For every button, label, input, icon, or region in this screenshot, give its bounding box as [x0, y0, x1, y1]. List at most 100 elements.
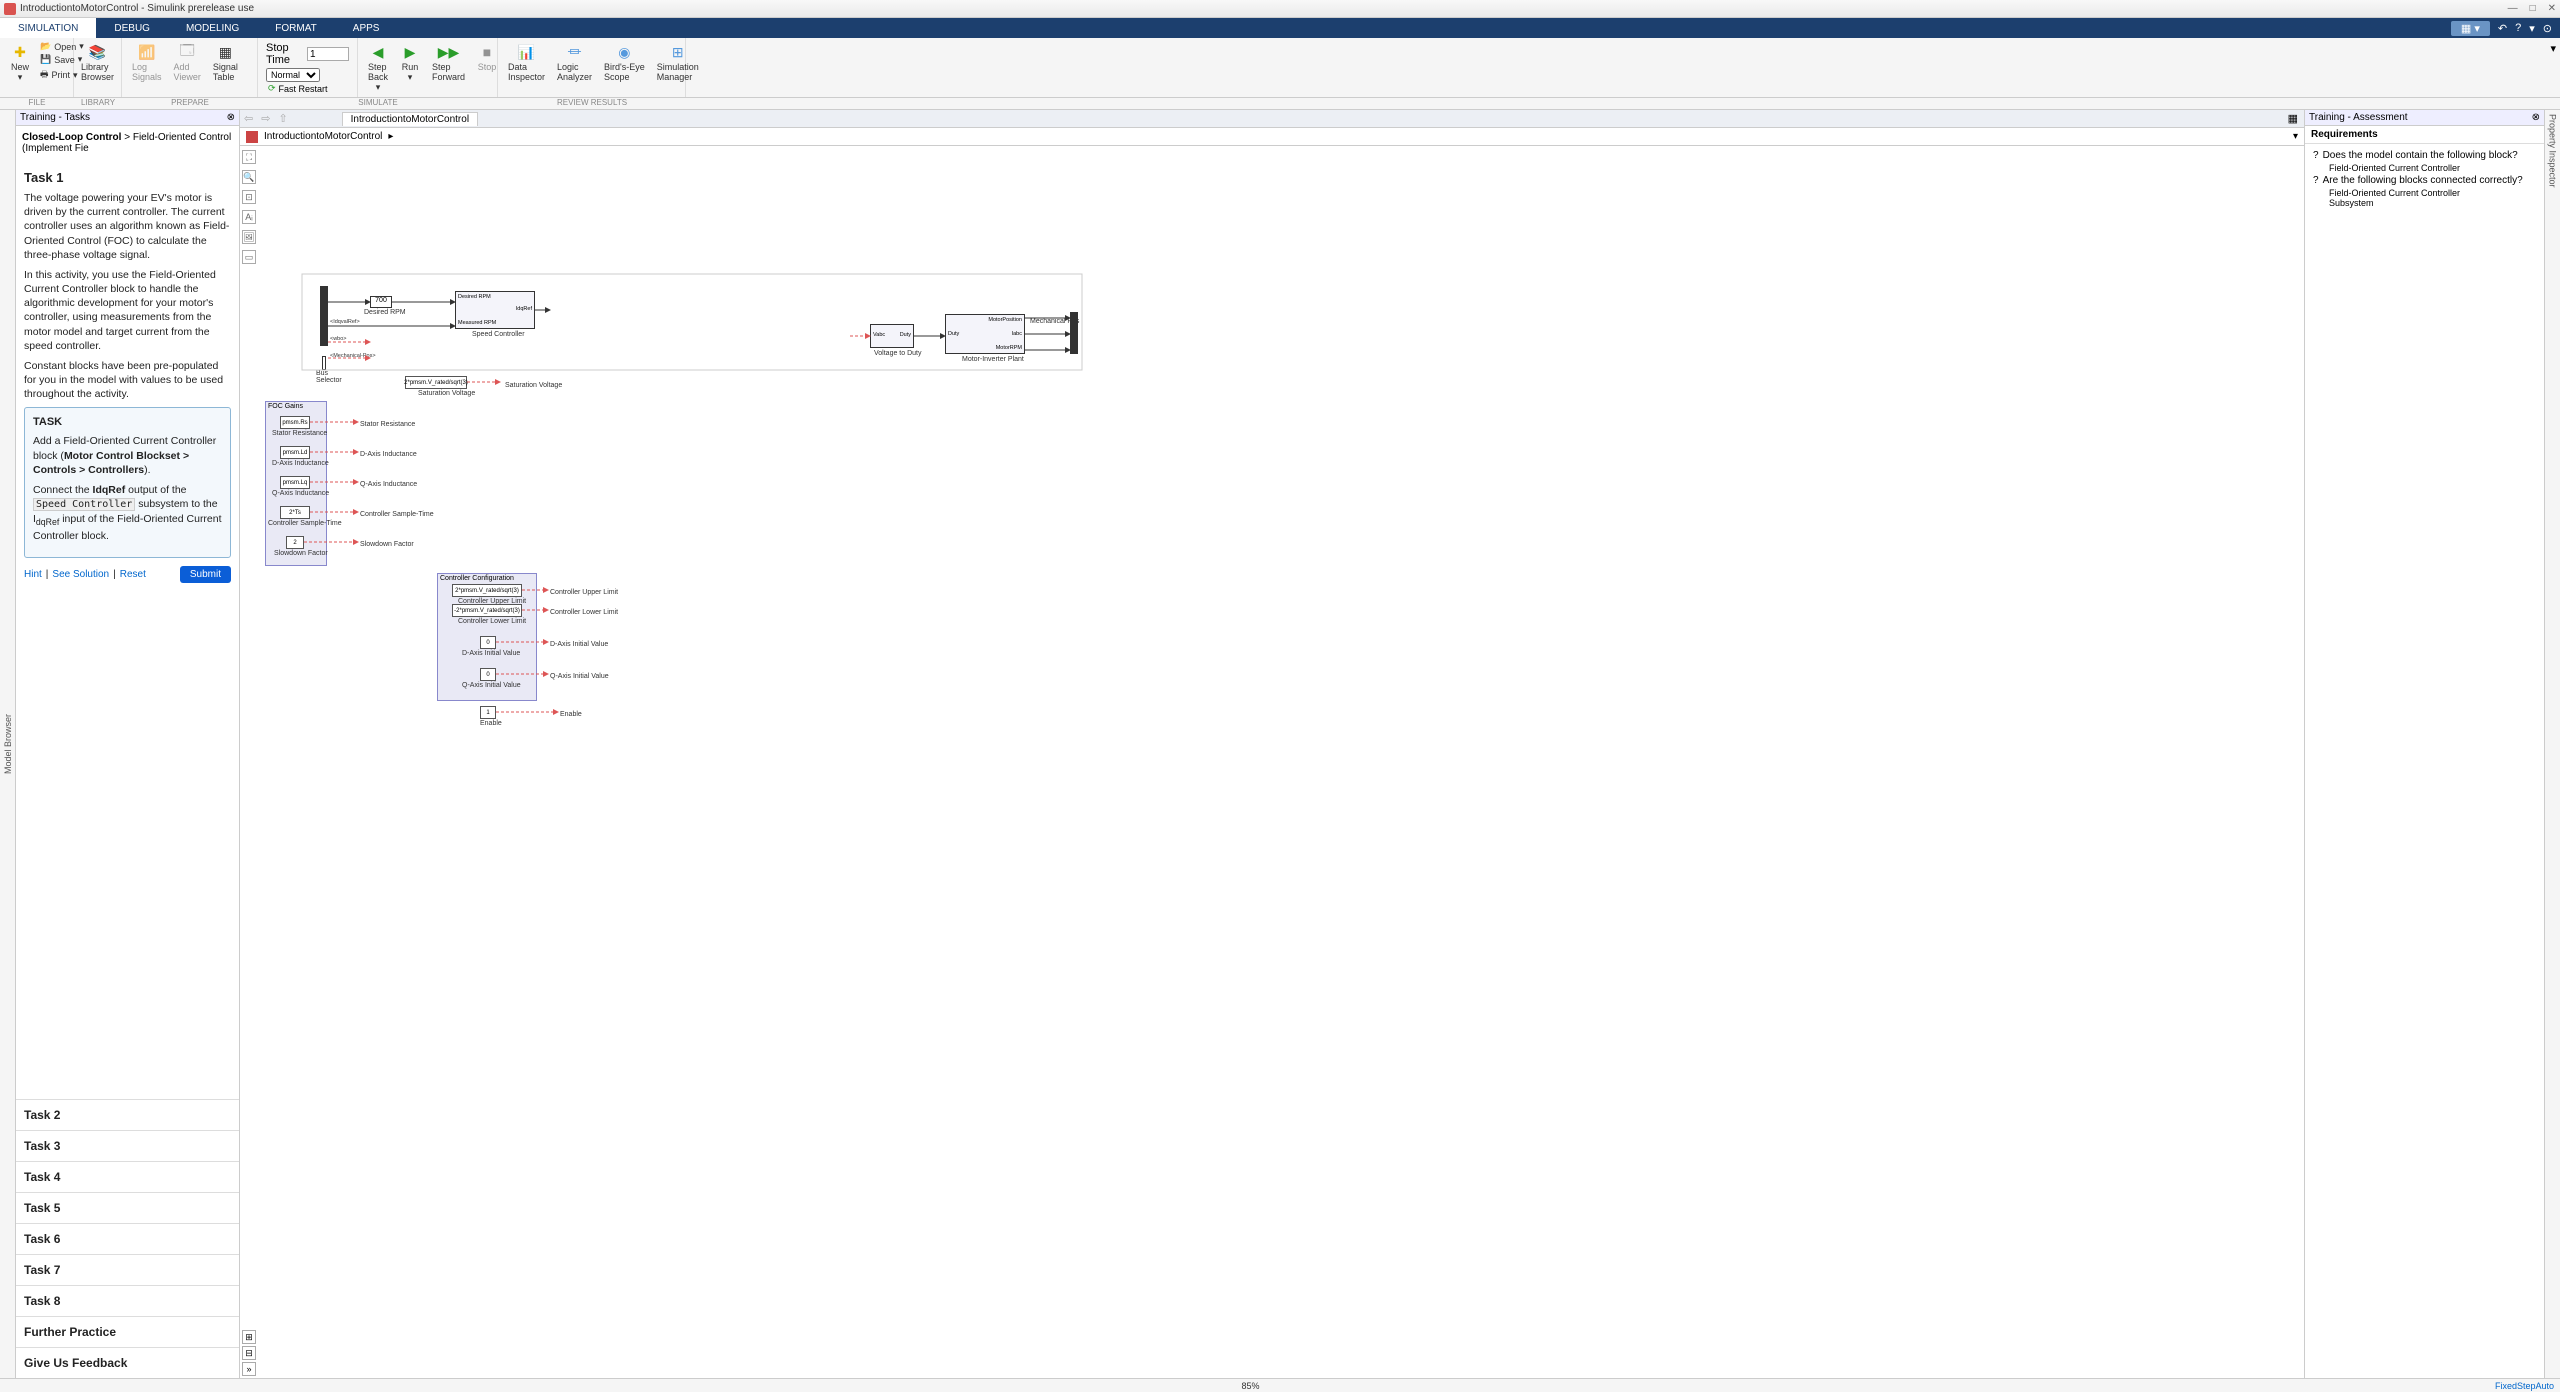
property-inspector-dock[interactable]: Property Inspector [2544, 110, 2560, 1378]
solver-status[interactable]: FixedStepAuto [2495, 1381, 2554, 1391]
data-inspector-button[interactable]: 📊Data Inspector [504, 40, 549, 84]
log-signals-button[interactable]: 📶Log Signals [128, 40, 166, 84]
canvas-tab-grid-icon[interactable]: ▦ [2288, 112, 2298, 125]
stator-resistance-block[interactable]: pmsm.Rs [280, 416, 310, 429]
tasks-close-icon[interactable]: ⊗ [227, 112, 235, 123]
upper-limit-block[interactable]: 2*pmsm.V_rated/sqrt(3) [452, 584, 522, 597]
req1-sub: Field-Oriented Current Controller [2329, 163, 2536, 173]
palette-area-icon[interactable]: ▭ [242, 250, 256, 264]
bus-selector-block[interactable] [322, 356, 326, 370]
model-browser-dock[interactable]: Model Browser [0, 110, 16, 1378]
saturation-voltage-block[interactable]: 2*pmsm.V_rated/sqrt(3) [405, 376, 467, 389]
toolstrip-dropdown[interactable]: ▦ ▾ [2451, 21, 2490, 36]
task1-title: Task 1 [24, 170, 231, 185]
task-item-6[interactable]: Task 6 [16, 1223, 239, 1254]
req1-text: Does the model contain the following blo… [2323, 150, 2518, 161]
palette-b1-icon[interactable]: ⊞ [242, 1330, 256, 1344]
tab-apps[interactable]: APPS [335, 18, 398, 38]
simulation-mode-select[interactable]: Normal [266, 68, 320, 82]
task1-p1: The voltage powering your EV's motor is … [24, 191, 231, 262]
group-review: REVIEW RESULTS [498, 98, 686, 109]
see-solution-link[interactable]: See Solution [52, 569, 109, 580]
canvas-tab[interactable]: IntroductiontoMotorControl [342, 112, 478, 126]
speed-controller-block[interactable]: Desired RPM Measured RPM IdqRef [455, 291, 535, 329]
motor-inverter-block[interactable]: Duty MotorPosition Iabc MotorRPM [945, 314, 1025, 354]
toolstrip-overflow[interactable]: ▾ [2550, 42, 2556, 55]
output-bus-port[interactable] [1070, 312, 1078, 354]
step-forward-button[interactable]: ▶▶Step Forward [428, 40, 469, 84]
canvas-nav-fwd[interactable]: ⇨ [261, 112, 270, 125]
d-inductance-block[interactable]: pmsm.Ld [280, 446, 310, 459]
d-init-block[interactable]: 0 [480, 636, 496, 649]
group-file: FILE [0, 98, 74, 109]
tab-debug[interactable]: DEBUG [96, 18, 168, 38]
library-browser-button[interactable]: 📚Library Browser [80, 40, 115, 84]
stoptime-input[interactable] [307, 47, 349, 61]
task-item-8[interactable]: Task 8 [16, 1285, 239, 1316]
group-library: LIBRARY [74, 98, 122, 109]
palette-image-icon[interactable]: 🖼 [242, 230, 256, 244]
reset-link[interactable]: Reset [120, 569, 146, 580]
task-item-further[interactable]: Further Practice [16, 1316, 239, 1347]
palette-fit-icon[interactable]: ⛶ [242, 150, 256, 164]
q-init-block[interactable]: 0 [480, 668, 496, 681]
undo-icon[interactable]: ↶ [2498, 22, 2507, 35]
palette-zoom-icon[interactable]: 🔍 [242, 170, 256, 184]
toolstrip-pin-icon[interactable]: ⊙ [2543, 22, 2552, 35]
palette-expand-icon[interactable]: » [242, 1362, 256, 1376]
input-bus-port[interactable] [320, 286, 328, 346]
const-700-block[interactable]: 700 [370, 296, 392, 308]
sample-time-block[interactable]: 2*Ts [280, 506, 310, 519]
minimize-button[interactable]: — [2508, 3, 2518, 14]
submit-button[interactable]: Submit [180, 566, 231, 583]
task-item-2[interactable]: Task 2 [16, 1099, 239, 1130]
birds-eye-button[interactable]: ◉Bird's-Eye Scope [600, 40, 649, 84]
model-icon [246, 131, 258, 143]
fast-restart-button[interactable]: ⟳Fast Restart [264, 82, 351, 95]
task-item-4[interactable]: Task 4 [16, 1161, 239, 1192]
signal-table-button[interactable]: ▦Signal Table [209, 40, 242, 84]
task-item-feedback[interactable]: Give Us Feedback [16, 1347, 239, 1378]
tasks-header: Training - Tasks [20, 112, 90, 123]
task-item-5[interactable]: Task 5 [16, 1192, 239, 1223]
q-inductance-block[interactable]: pmsm.Lq [280, 476, 310, 489]
window-title: IntroductiontoMotorControl - Simulink pr… [20, 3, 2508, 14]
lower-limit-block[interactable]: -2*pmsm.V_rated/sqrt(3) [452, 604, 522, 617]
palette-b2-icon[interactable]: ⊟ [242, 1346, 256, 1360]
add-viewer-button[interactable]: 🗔Add Viewer [170, 40, 205, 84]
task-item-3[interactable]: Task 3 [16, 1130, 239, 1161]
tab-simulation[interactable]: SIMULATION [0, 18, 96, 38]
task1-p3: Constant blocks have been pre-populated … [24, 359, 231, 402]
close-button[interactable]: ✕ [2548, 3, 2556, 14]
run-button[interactable]: ▶Run▾ [396, 40, 424, 85]
task-item-7[interactable]: Task 7 [16, 1254, 239, 1285]
stop-button[interactable]: ■Stop [473, 40, 501, 74]
help-icon[interactable]: ? [2515, 22, 2521, 34]
step-back-button[interactable]: ◀Step Back▾ [364, 40, 392, 95]
req2-text: Are the following blocks connected corre… [2323, 175, 2523, 186]
voltage-to-duty-block[interactable]: Vabc Duty [870, 324, 914, 348]
logic-analyzer-button[interactable]: ⏛Logic Analyzer [553, 40, 596, 84]
tab-modeling[interactable]: MODELING [168, 18, 257, 38]
maximize-button[interactable]: □ [2530, 3, 2536, 14]
crumb-root[interactable]: Closed-Loop Control [22, 132, 121, 143]
canvas-nav-back[interactable]: ⇦ [244, 112, 253, 125]
hint-link[interactable]: Hint [24, 569, 42, 580]
task-instruction-box: TASK Add a Field-Oriented Current Contro… [24, 407, 231, 557]
group-prepare: PREPARE [122, 98, 258, 109]
palette-annot-icon[interactable]: Aᵢ [242, 210, 256, 224]
expand-icon[interactable]: ▾ [2529, 22, 2535, 35]
canvas-view-icon[interactable]: ▾ [2293, 131, 2298, 142]
requirements-section: Requirements [2305, 126, 2544, 144]
assessment-header: Training - Assessment [2309, 112, 2408, 123]
question-icon: ? [2313, 150, 2319, 161]
palette-fit-all-icon[interactable]: ⊡ [242, 190, 256, 204]
tab-format[interactable]: FORMAT [257, 18, 334, 38]
canvas-breadcrumb[interactable]: IntroductiontoMotorControl [264, 131, 382, 142]
zoom-level[interactable]: 85% [6, 1381, 2495, 1391]
enable-block[interactable]: 1 [480, 706, 496, 719]
slowdown-block[interactable]: 2 [286, 536, 304, 549]
assessment-close-icon[interactable]: ⊗ [2532, 112, 2540, 123]
new-button[interactable]: ✚New▾ [6, 40, 34, 85]
canvas-nav-up[interactable]: ⇧ [278, 112, 287, 125]
